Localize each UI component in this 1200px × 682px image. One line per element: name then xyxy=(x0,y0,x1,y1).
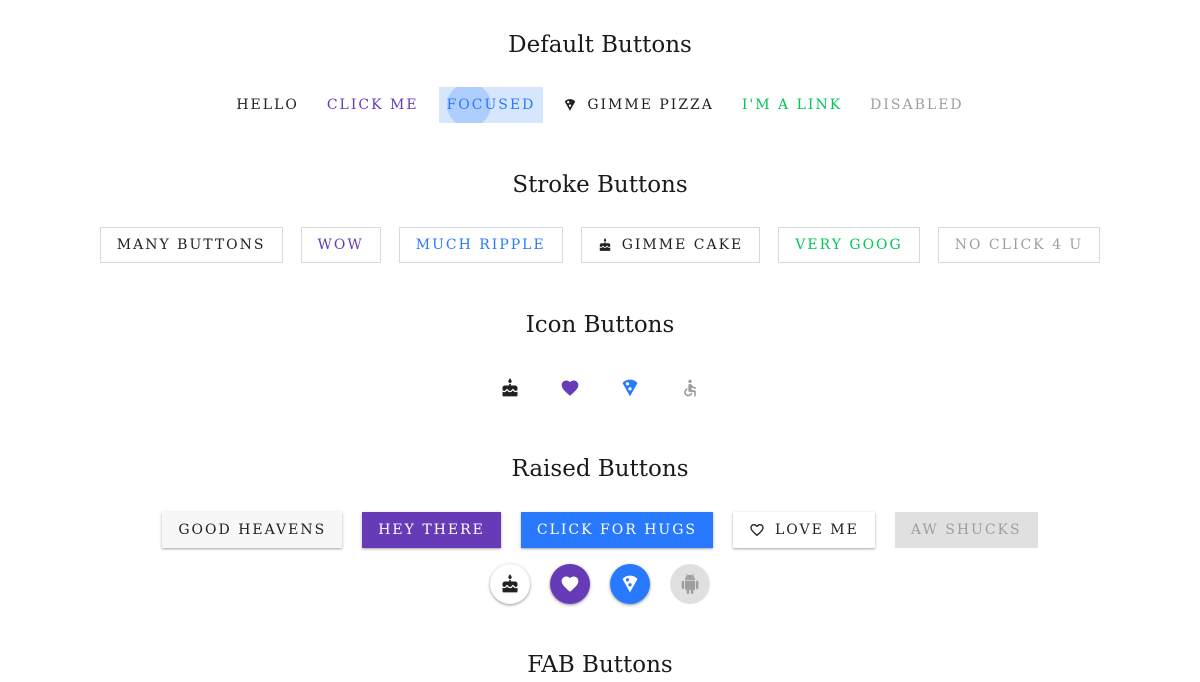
icon-buttons-row xyxy=(0,368,1200,408)
raised-buttons-title: Raised Buttons xyxy=(511,456,689,482)
focused-button-label: FOCUSED xyxy=(446,97,536,113)
heart-icon-button[interactable] xyxy=(550,368,590,408)
cake-icon xyxy=(598,238,612,252)
accessibility-icon-button xyxy=(670,368,710,408)
hello-button[interactable]: HELLO xyxy=(228,87,307,123)
raised-android-button xyxy=(670,564,710,604)
gimme-pizza-button[interactable]: GIMME PIZZA xyxy=(555,87,722,123)
click-me-button[interactable]: CLICK ME xyxy=(319,87,427,123)
default-buttons-row: HELLO CLICK ME FOCUSED GIMME PIZZA I'M A… xyxy=(0,87,1200,123)
cake-icon xyxy=(500,574,520,594)
heart-icon xyxy=(560,378,580,398)
pizza-icon-button[interactable] xyxy=(610,368,650,408)
pizza-icon xyxy=(563,98,577,112)
disabled-button: DISABLED xyxy=(862,87,972,123)
heart-outline-icon xyxy=(749,522,765,538)
much-ripple-button[interactable]: MUCH RIPPLE xyxy=(398,227,563,263)
raised-heart-button[interactable] xyxy=(550,564,590,604)
accessibility-icon xyxy=(680,378,700,398)
cake-icon-button[interactable] xyxy=(490,368,530,408)
hey-there-button[interactable]: HEY THERE xyxy=(362,512,501,548)
raised-round-buttons-row xyxy=(0,564,1200,604)
pizza-icon xyxy=(620,574,640,594)
many-buttons-button[interactable]: MANY BUTTONS xyxy=(99,227,283,263)
cake-icon xyxy=(500,378,520,398)
fab-buttons-title: FAB Buttons xyxy=(527,652,673,678)
love-me-label: LOVE ME xyxy=(774,522,859,538)
raised-buttons-row: GOOD HEAVENS HEY THERE CLICK FOR HUGS LO… xyxy=(0,512,1200,548)
good-heavens-button[interactable]: GOOD HEAVENS xyxy=(162,512,343,548)
gimme-cake-label: GIMME CAKE xyxy=(621,237,744,253)
stroke-buttons-row: MANY BUTTONS WOW MUCH RIPPLE GIMME CAKE … xyxy=(0,227,1200,263)
android-icon xyxy=(680,574,700,594)
no-click-button: NO CLICK 4 U xyxy=(937,227,1101,263)
stroke-buttons-title: Stroke Buttons xyxy=(512,172,688,198)
wow-button[interactable]: WOW xyxy=(300,227,381,263)
focused-button[interactable]: FOCUSED xyxy=(438,87,544,123)
icon-buttons-title: Icon Buttons xyxy=(525,312,675,338)
default-buttons-title: Default Buttons xyxy=(508,32,692,58)
raised-pizza-button[interactable] xyxy=(610,564,650,604)
gimme-pizza-label: GIMME PIZZA xyxy=(587,97,714,113)
gimme-cake-button[interactable]: GIMME CAKE xyxy=(580,227,761,263)
very-goog-button[interactable]: VERY GOOG xyxy=(778,227,920,263)
aw-shucks-button: AW SHUCKS xyxy=(894,512,1038,548)
click-for-hugs-button[interactable]: CLICK FOR HUGS xyxy=(520,512,713,548)
love-me-button[interactable]: LOVE ME xyxy=(732,512,875,548)
heart-icon xyxy=(560,574,580,594)
pizza-icon xyxy=(620,378,640,398)
raised-cake-button[interactable] xyxy=(490,564,530,604)
link-button[interactable]: I'M A LINK xyxy=(734,87,850,123)
